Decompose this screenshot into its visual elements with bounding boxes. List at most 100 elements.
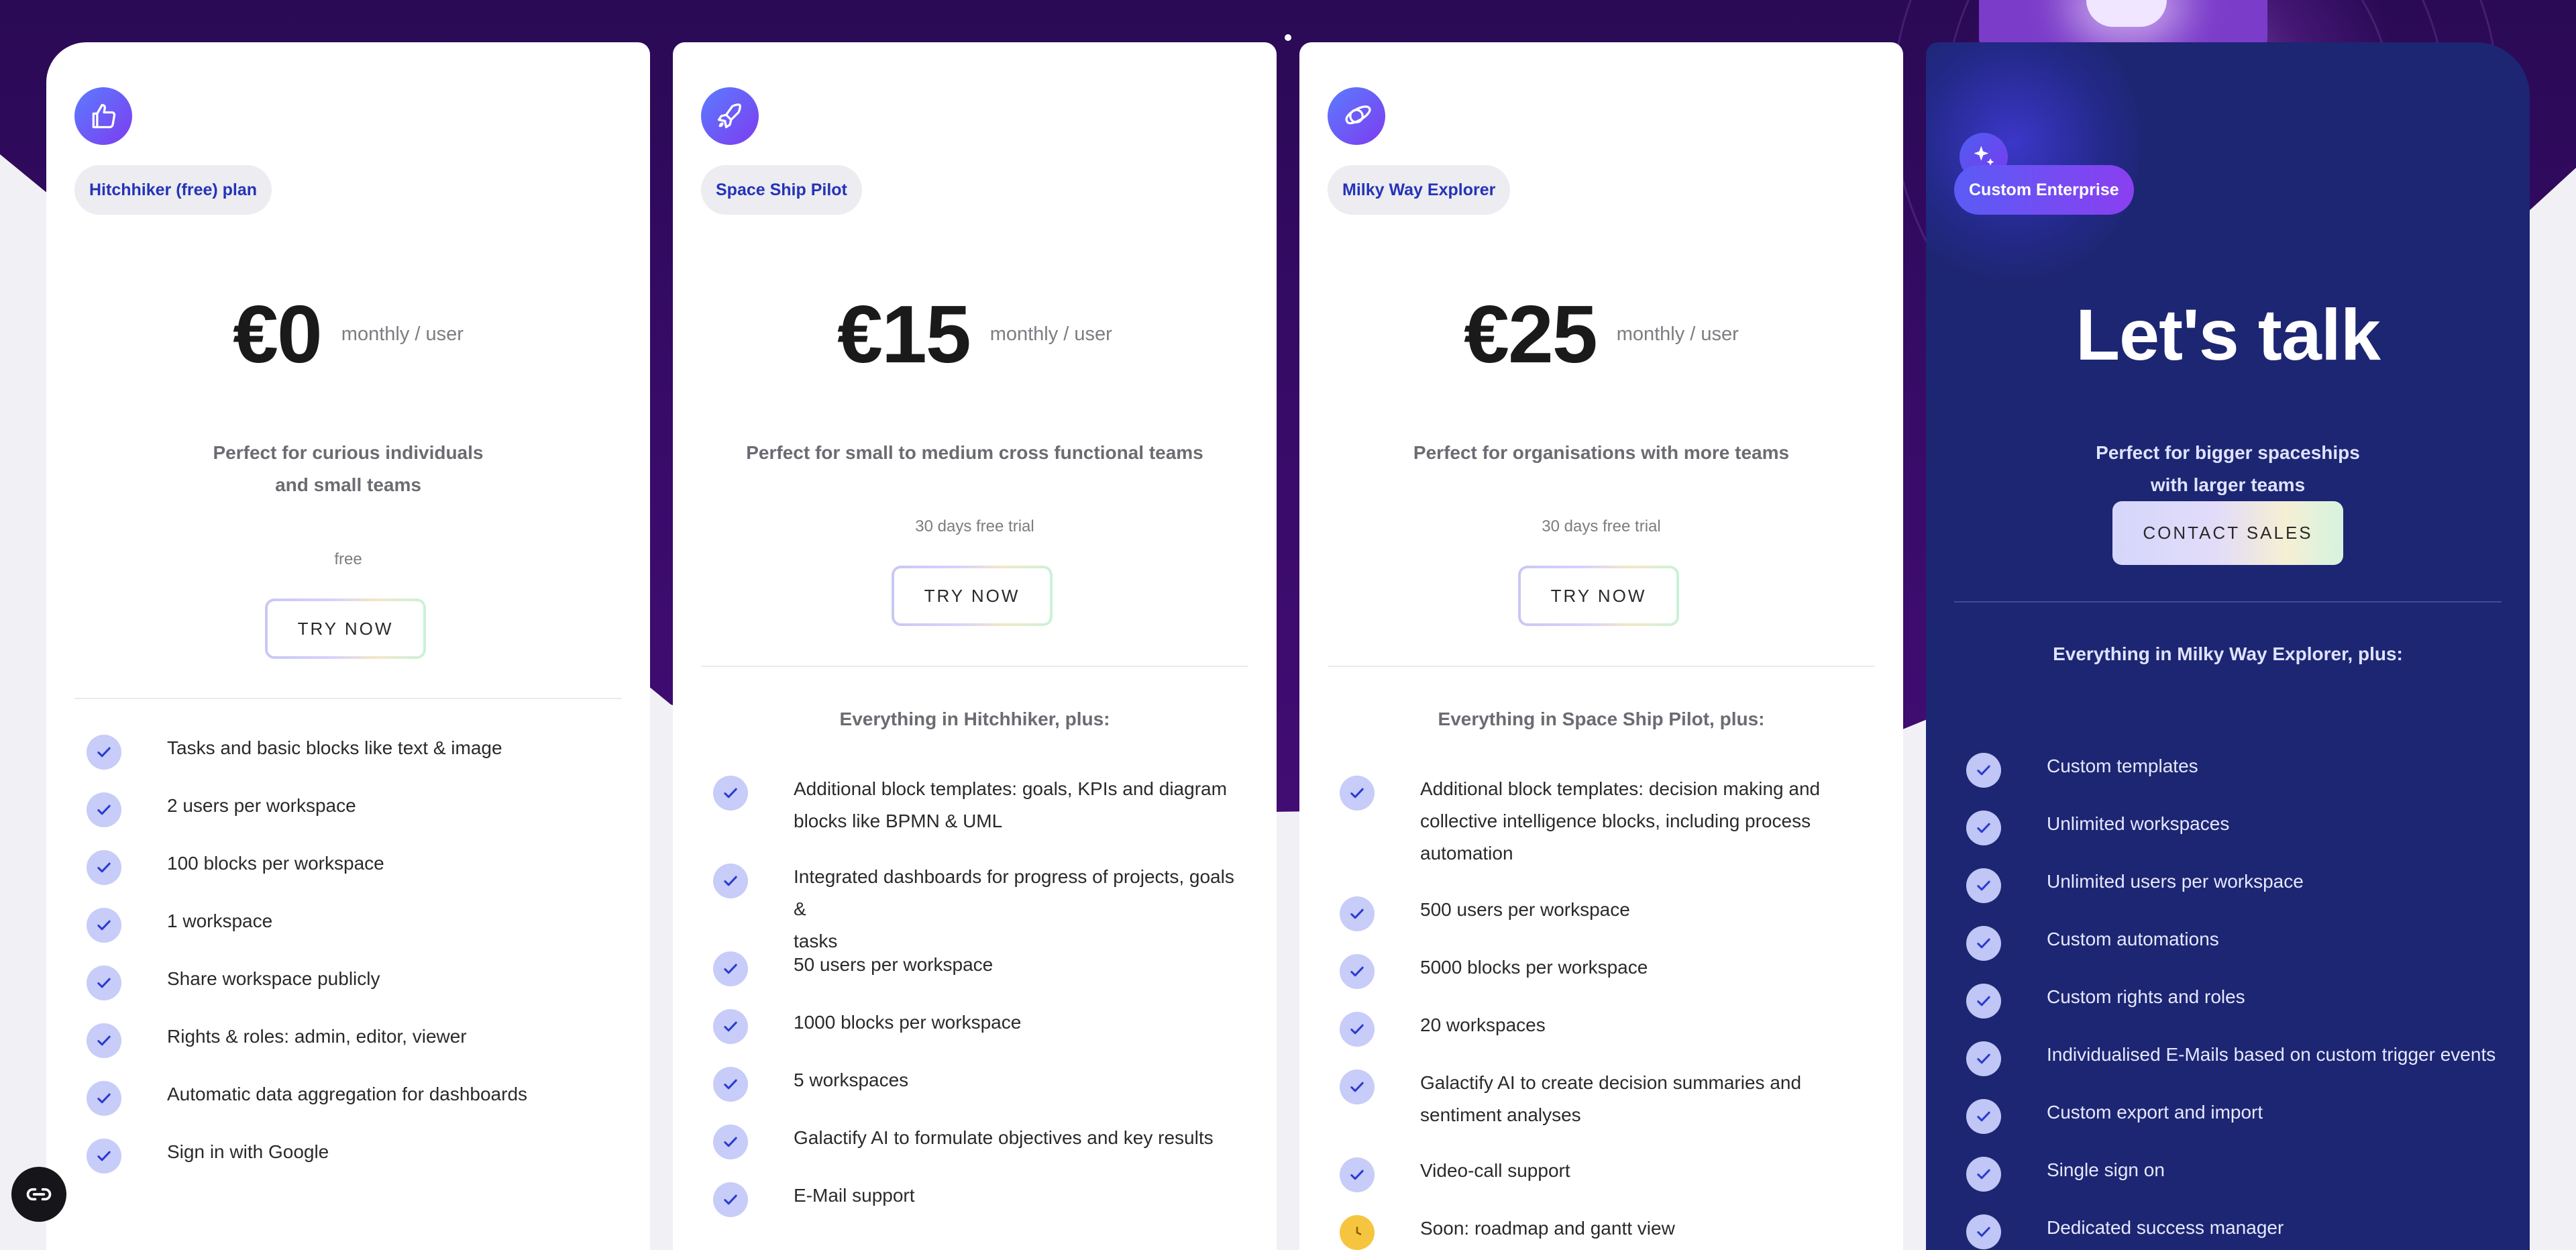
price-unit: monthly / user: [341, 323, 464, 345]
price: €15: [837, 289, 971, 380]
check-icon: [1966, 1157, 2001, 1192]
feature-text: 20 workspaces: [1420, 1014, 1546, 1035]
feature-item: Unlimited users per workspace: [1966, 868, 2496, 903]
feature-text: 1 workspace: [167, 910, 273, 931]
section-heading: Everything in Space Ship Pilot, plus:: [1438, 709, 1765, 729]
price: €0: [233, 289, 323, 380]
feature-text: 5000 blocks per workspace: [1420, 957, 1648, 978]
plan-name-badge: Milky Way Explorer: [1328, 165, 1511, 215]
feature-item: Additional block templates: decision mak…: [1340, 776, 1870, 870]
feature-text: Rights & roles: admin, editor, viewer: [167, 1026, 467, 1047]
check-icon: [87, 792, 121, 827]
feature-text: Unlimited workspaces: [2047, 813, 2230, 834]
feature-text: 5 workspaces: [794, 1070, 909, 1090]
plan-description-line: Perfect for curious individuals: [213, 442, 484, 463]
plan-name-badge: Space Ship Pilot: [701, 165, 862, 215]
feature-item: Rights & roles: admin, editor, viewer: [87, 1023, 616, 1058]
feature-text: Automatic data aggregation for dashboard…: [167, 1084, 528, 1104]
feature-text: Soon: roadmap and gantt view: [1420, 1218, 1675, 1239]
check-icon: [713, 951, 748, 986]
plan-note: 30 days free trial: [1542, 517, 1661, 535]
check-icon: [1966, 868, 2001, 903]
price-row: €15 monthly / user: [673, 284, 1277, 384]
feature-text-line: automation: [1420, 843, 1513, 864]
plan-note: 30 days free trial: [915, 517, 1034, 535]
feature-text: 100 blocks per workspace: [167, 853, 384, 874]
feature-text-line: Additional block templates: goals, KPIs …: [794, 778, 1227, 799]
feature-text-line: Galactify AI to create decision summarie…: [1420, 1072, 1802, 1093]
plan-description: Perfect for small to medium cross functi…: [746, 442, 1203, 463]
decor-glow: [1926, 42, 2141, 284]
check-icon: [1966, 811, 2001, 845]
feature-text-line: Additional block templates: decision mak…: [1420, 778, 1821, 799]
try-now-button[interactable]: TRY NOW: [892, 566, 1053, 626]
divider: [701, 666, 1248, 667]
plan-name-badge: Custom Enterprise: [1954, 165, 2134, 215]
plan-name-badge: Hitchhiker (free) plan: [74, 165, 272, 215]
feature-text: Dedicated success manager: [2047, 1217, 2284, 1238]
check-icon: [713, 1125, 748, 1159]
check-icon: [87, 908, 121, 943]
try-now-button[interactable]: TRY NOW: [1518, 566, 1679, 626]
feature-text: Custom automations: [2047, 929, 2219, 949]
check-icon: [1966, 984, 2001, 1019]
feature-text: E-Mail support: [794, 1185, 915, 1206]
price-unit: monthly / user: [989, 323, 1112, 345]
planet-icon: [1328, 87, 1385, 145]
feature-item: 2 users per workspace: [87, 792, 616, 827]
plan-description: Perfect for organisations with more team…: [1413, 442, 1790, 463]
feature-item: 100 blocks per workspace: [87, 850, 616, 885]
plan-card-space-ship-pilot: Space Ship Pilot €15 monthly / user Perf…: [673, 42, 1277, 1250]
plan-description-line: with larger teams: [2150, 474, 2306, 495]
section-heading: Everything in Hitchhiker, plus:: [839, 709, 1110, 729]
feature-text: Integrated dashboards for progress of pr…: [794, 861, 1243, 957]
feature-item: Video-call support: [1340, 1157, 1870, 1192]
feature-text: 1000 blocks per workspace: [794, 1012, 1022, 1033]
feature-item: Custom rights and roles: [1966, 984, 2496, 1019]
check-icon: [87, 966, 121, 1000]
feature-item: Custom templates: [1966, 753, 2496, 788]
feature-item: Unlimited workspaces: [1966, 811, 2496, 845]
feature-item: Soon: roadmap and gantt view: [1340, 1215, 1870, 1250]
feature-item: 1 workspace: [87, 908, 616, 943]
check-icon: [713, 776, 748, 811]
feature-item: Single sign on: [1966, 1157, 2496, 1192]
cookie-settings-icon[interactable]: [11, 1167, 66, 1222]
feature-item: Custom automations: [1966, 926, 2496, 961]
plan-card-milky-way-explorer: Milky Way Explorer €25 monthly / user Pe…: [1299, 42, 1903, 1250]
feature-item: 5 workspaces: [713, 1067, 1243, 1102]
feature-text: Additional block templates: goals, KPIs …: [794, 773, 1227, 837]
plan-card-custom-enterprise: Custom Enterprise Let's talk Perfect for…: [1926, 42, 2530, 1250]
check-icon: [1966, 753, 2001, 788]
feature-item: 50 users per workspace: [713, 951, 1243, 986]
check-icon: [87, 735, 121, 770]
feature-item: 5000 blocks per workspace: [1340, 954, 1870, 989]
check-icon: [1340, 776, 1375, 811]
check-icon: [713, 1009, 748, 1044]
check-icon: [1340, 1070, 1375, 1104]
feature-text: Custom rights and roles: [2047, 986, 2245, 1007]
plan-note: free: [334, 550, 362, 568]
feature-item: Dedicated success manager: [1966, 1214, 2496, 1249]
check-icon: [1966, 1099, 2001, 1134]
check-icon: [1340, 1012, 1375, 1047]
feature-text: Individualised E-Mails based on custom t…: [2047, 1044, 2496, 1065]
feature-text: Sign in with Google: [167, 1141, 329, 1162]
feature-text-line: collective intelligence blocks, includin…: [1420, 811, 1811, 831]
price-unit: monthly / user: [1616, 323, 1739, 345]
feature-item: Tasks and basic blocks like text & image: [87, 735, 616, 770]
check-icon: [1966, 926, 2001, 961]
feature-text-line: blocks like BPMN & UML: [794, 811, 1003, 831]
check-icon: [1340, 1157, 1375, 1192]
feature-item: Galactify AI to formulate objectives and…: [713, 1125, 1243, 1159]
feature-item: E-Mail support: [713, 1182, 1243, 1217]
price: €25: [1464, 289, 1598, 380]
try-now-button[interactable]: TRY NOW: [265, 598, 426, 659]
check-icon: [1340, 954, 1375, 989]
plan-description-line: and small teams: [275, 474, 421, 495]
contact-sales-button[interactable]: CONTACT SALES: [2112, 501, 2343, 565]
price-row: €0 monthly / user: [46, 284, 650, 384]
plan-description: Perfect for curious individuals and smal…: [46, 437, 650, 501]
feature-text: Custom export and import: [2047, 1102, 2263, 1123]
feature-item: Galactify AI to create decision summarie…: [1340, 1070, 1870, 1131]
